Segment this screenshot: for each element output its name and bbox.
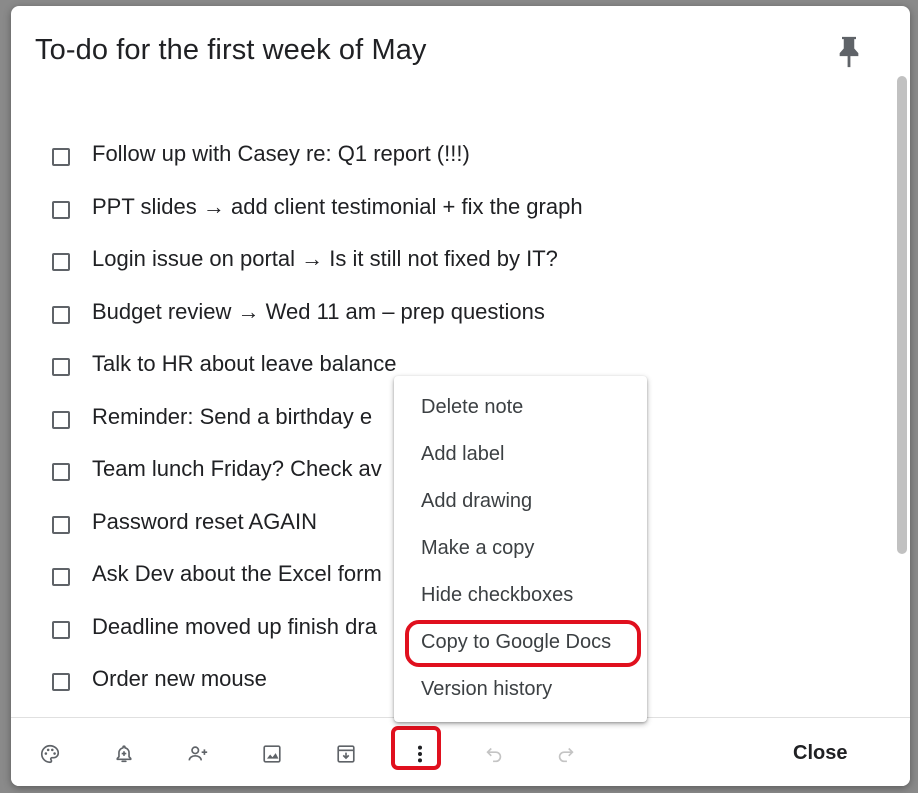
menu-item-delete-note[interactable]: Delete note (421, 396, 523, 419)
note-title[interactable]: To-do for the first week of May (35, 34, 427, 67)
menu-item-add-label[interactable]: Add label (421, 443, 504, 466)
checklist-item: Budget review → Wed 11 am – prep questio… (11, 297, 891, 350)
checklist-item: Follow up with Casey re: Q1 report (!!!) (11, 139, 891, 192)
checklist-item-text[interactable]: Talk to HR about leave balance (92, 351, 397, 377)
note-toolbar: Close (11, 717, 910, 786)
collaborator-icon[interactable] (184, 740, 212, 768)
archive-icon[interactable] (332, 740, 360, 768)
image-icon[interactable] (258, 740, 286, 768)
checkbox[interactable] (52, 620, 70, 639)
checklist-item-text[interactable]: Reminder: Send a birthday e (92, 404, 372, 430)
checklist-item-text[interactable]: Deadline moved up finish dra (92, 614, 377, 640)
checklist-item-text[interactable]: PPT slides → add client testimonial + fi… (92, 194, 583, 220)
checklist-item-text[interactable]: Budget review → Wed 11 am – prep questio… (92, 299, 545, 325)
menu-item-make-a-copy[interactable]: Make a copy (421, 537, 534, 560)
checkbox[interactable] (52, 673, 70, 691)
pin-icon[interactable] (835, 34, 863, 70)
checkbox[interactable] (52, 568, 70, 586)
checklist-item: PPT slides → add client testimonial + fi… (11, 192, 891, 245)
checklist-item: Login issue on portal → Is it still not … (11, 244, 891, 297)
checklist-item-text[interactable]: Team lunch Friday? Check av (92, 456, 382, 482)
palette-icon[interactable] (36, 740, 64, 768)
checkbox[interactable] (52, 148, 70, 166)
copy-to-docs-highlight (405, 620, 641, 667)
checkbox[interactable] (52, 463, 70, 481)
checklist-item-text[interactable]: Ask Dev about the Excel form (92, 561, 382, 587)
add-reminder-icon[interactable] (110, 740, 138, 768)
checkbox[interactable] (52, 410, 70, 429)
checklist-item-text[interactable]: Follow up with Casey re: Q1 report (!!!) (92, 141, 470, 167)
checklist-item-text[interactable]: Login issue on portal → Is it still not … (92, 246, 558, 272)
checkbox[interactable] (52, 358, 70, 376)
checkbox[interactable] (52, 200, 70, 219)
checklist-item-text[interactable]: Password reset AGAIN (92, 509, 317, 535)
undo-icon[interactable] (480, 740, 508, 768)
checkbox[interactable] (52, 515, 70, 534)
menu-item-add-drawing[interactable]: Add drawing (421, 490, 532, 513)
more-options-menu: Delete note Add label Add drawing Make a… (394, 376, 647, 722)
redo-icon[interactable] (552, 740, 580, 768)
scrollbar[interactable] (897, 76, 907, 554)
menu-item-hide-checkboxes[interactable]: Hide checkboxes (421, 584, 573, 607)
checkbox[interactable] (52, 305, 70, 324)
menu-item-version-history[interactable]: Version history (421, 678, 552, 701)
checkbox[interactable] (52, 253, 70, 271)
more-button-highlight (391, 726, 441, 770)
close-button[interactable]: Close (779, 738, 861, 769)
checklist-item-text[interactable]: Order new mouse (92, 666, 267, 692)
